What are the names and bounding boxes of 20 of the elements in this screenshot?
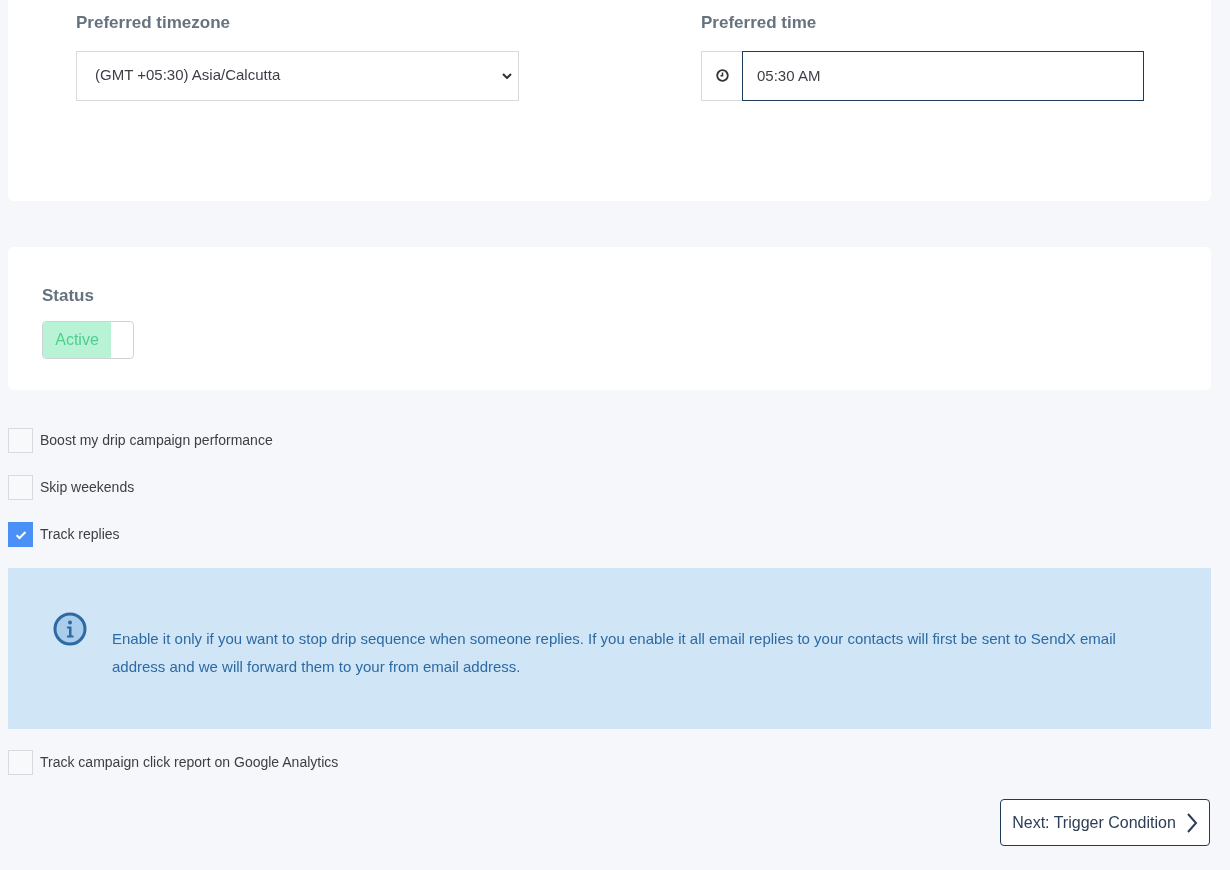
checkmark-icon [14,529,27,540]
checkbox[interactable] [8,522,33,547]
info-icon [53,612,87,646]
checkbox-label: Track campaign click report on Google Analytics [40,753,339,772]
time-input[interactable]: 05:30 AM [742,50,1144,101]
field-label: Preferred timezone [76,12,231,34]
checkbox[interactable] [8,475,33,500]
chevron-right-icon [1185,812,1198,833]
field-label: Preferred time [701,12,818,34]
timezone-select[interactable]: (GMT +05:30) Asia/Calcutta [76,50,519,101]
next-button[interactable]: Next: Trigger Condition [1000,799,1210,846]
checkbox[interactable] [8,428,33,453]
clock-icon [715,69,729,82]
checkbox-label: Skip weekends [40,478,135,497]
checkbox-label: Boost my drip campaign performance [40,431,273,450]
chevron-down-icon [502,72,512,79]
info-text: Enable it only if you want to stop drip sequence when someone replies. If you enable it all email replies to your contacts will first be sent to SendX email address and we will forward them to your from email address. [112,629,1117,677]
section-title: Status [42,285,94,307]
checkbox[interactable] [8,750,33,775]
checkbox-label: Track replies [40,525,120,544]
